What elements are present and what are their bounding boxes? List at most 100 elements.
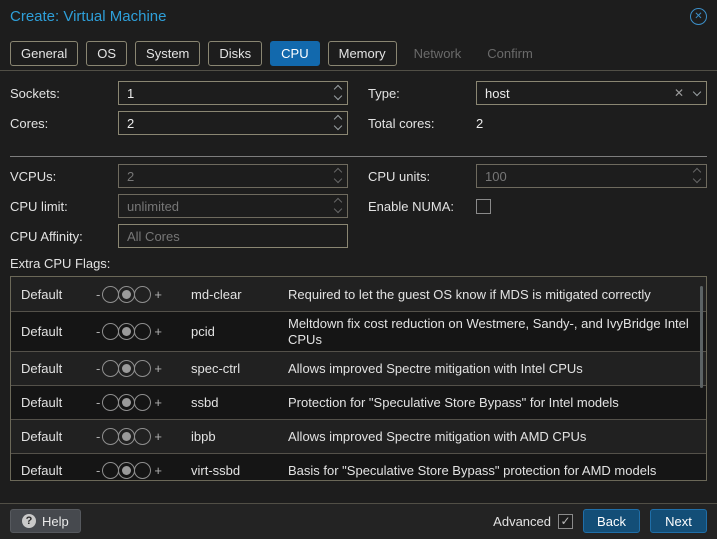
flag-level: Default [21,429,93,444]
cores-spinner-arrows[interactable] [335,116,341,129]
advanced-label: Advanced [493,514,551,529]
flag-description: Meltdown fix cost reduction on Westmere,… [288,315,692,348]
tabbar-divider [0,70,717,71]
flag-name: virt-ssbd [191,463,288,478]
cpu-basic-form: Sockets: Type: ✕ Cores: Total cores: 2 [0,81,717,135]
tristate-on-radio[interactable] [134,394,151,411]
tristate-off-radio[interactable] [102,462,119,479]
flag-tristate-control[interactable]: - + [93,286,191,303]
vcpus-spinner [118,164,348,188]
flag-name: ibpb [191,429,288,444]
tab-memory[interactable]: Memory [328,41,397,66]
back-button[interactable]: Back [583,509,640,533]
flag-tristate-control[interactable]: - + [93,323,191,340]
tristate-default-radio[interactable] [118,323,135,340]
table-row: Default - + ibpb Allows improved Spectre… [11,420,706,454]
enable-numa-label: Enable NUMA: [348,194,476,218]
flag-tristate-control[interactable]: - + [93,360,191,377]
table-row: Default - + virt-ssbd Basis for "Specula… [11,454,706,481]
tab-system[interactable]: System [135,41,200,66]
flag-description: Basis for "Speculative Store Bypass" pro… [288,462,692,479]
extra-cpu-flags-label: Extra CPU Flags: [10,256,110,271]
tab-os[interactable]: OS [86,41,127,66]
flag-description: Allows improved Spectre mitigation with … [288,428,692,445]
dialog-title: Create: Virtual Machine [10,8,166,25]
tristate-default-radio[interactable] [118,360,135,377]
flag-level: Default [21,395,93,410]
clear-icon[interactable]: ✕ [674,86,684,100]
cpu-limit-label: CPU limit: [0,194,118,218]
tab-network: Network [405,41,471,66]
tristate-default-radio[interactable] [118,286,135,303]
plus-button[interactable]: + [151,429,165,444]
sockets-label: Sockets: [0,81,118,105]
tab-disks[interactable]: Disks [208,41,262,66]
flag-level: Default [21,287,93,302]
cpu-affinity-input[interactable] [118,224,348,248]
next-button[interactable]: Next [650,509,707,533]
tristate-on-radio[interactable] [134,428,151,445]
tristate-default-radio[interactable] [118,428,135,445]
flag-description: Required to let the guest OS know if MDS… [288,286,692,303]
plus-button[interactable]: + [151,361,165,376]
cpu-limit-spinner [118,194,348,218]
table-row: Default - + spec-ctrl Allows improved Sp… [11,352,706,386]
plus-button[interactable]: + [151,324,165,339]
plus-button[interactable]: + [151,287,165,302]
tristate-off-radio[interactable] [102,323,119,340]
total-cores-value: 2 [476,111,707,135]
tristate-off-radio[interactable] [102,286,119,303]
enable-numa-checkbox[interactable] [476,199,491,214]
flag-description: Protection for "Speculative Store Bypass… [288,394,692,411]
help-button-label: Help [42,514,69,529]
tab-cpu[interactable]: CPU [270,41,319,66]
tristate-default-radio[interactable] [118,462,135,479]
help-icon: ? [22,514,36,528]
cpu-units-spinner [476,164,707,188]
help-button[interactable]: ? Help [10,509,81,533]
table-row: Default - + pcid Meltdown fix cost reduc… [11,312,706,352]
section-divider [10,156,707,157]
tristate-on-radio[interactable] [134,286,151,303]
flag-description: Allows improved Spectre mitigation with … [288,360,692,377]
table-scrollbar[interactable] [700,286,703,388]
tristate-on-radio[interactable] [134,360,151,377]
cpu-units-spinner-arrows [694,169,700,182]
tristate-on-radio[interactable] [134,323,151,340]
spinner-down-icon[interactable] [334,92,342,100]
flag-tristate-control[interactable]: - + [93,462,191,479]
cores-label: Cores: [0,111,118,135]
sockets-spinner[interactable] [118,81,348,105]
cores-spinner[interactable] [118,111,348,135]
spinner-down-icon [334,205,342,213]
vcpus-label: VCPUs: [0,164,118,188]
close-icon[interactable]: ✕ [690,8,707,25]
flag-name: md-clear [191,287,288,302]
chevron-down-icon[interactable] [693,87,701,95]
flag-level: Default [21,324,93,339]
tristate-off-radio[interactable] [102,428,119,445]
flag-tristate-control[interactable]: - + [93,428,191,445]
plus-button[interactable]: + [151,395,165,410]
advanced-checkbox[interactable]: ✓ [558,514,573,529]
tab-general[interactable]: General [10,41,78,66]
tristate-default-radio[interactable] [118,394,135,411]
flag-tristate-control[interactable]: - + [93,394,191,411]
table-row: Default - + ssbd Protection for "Specula… [11,386,706,420]
tristate-off-radio[interactable] [102,360,119,377]
tristate-on-radio[interactable] [134,462,151,479]
flag-name: ssbd [191,395,288,410]
plus-button[interactable]: + [151,463,165,478]
spinner-down-icon [693,175,701,183]
sockets-spinner-arrows[interactable] [335,86,341,99]
cpu-type-combobox[interactable] [476,81,707,105]
table-row: Default - + md-clear Required to let the… [11,277,706,312]
type-label: Type: [348,81,476,105]
tristate-off-radio[interactable] [102,394,119,411]
spinner-down-icon[interactable] [334,122,342,130]
cpu-affinity-label: CPU Affinity: [0,224,118,248]
flag-name: spec-ctrl [191,361,288,376]
flag-name: pcid [191,324,288,339]
create-vm-dialog: Create: Virtual Machine ✕ General OS Sys… [0,0,717,539]
tab-confirm: Confirm [478,41,542,66]
